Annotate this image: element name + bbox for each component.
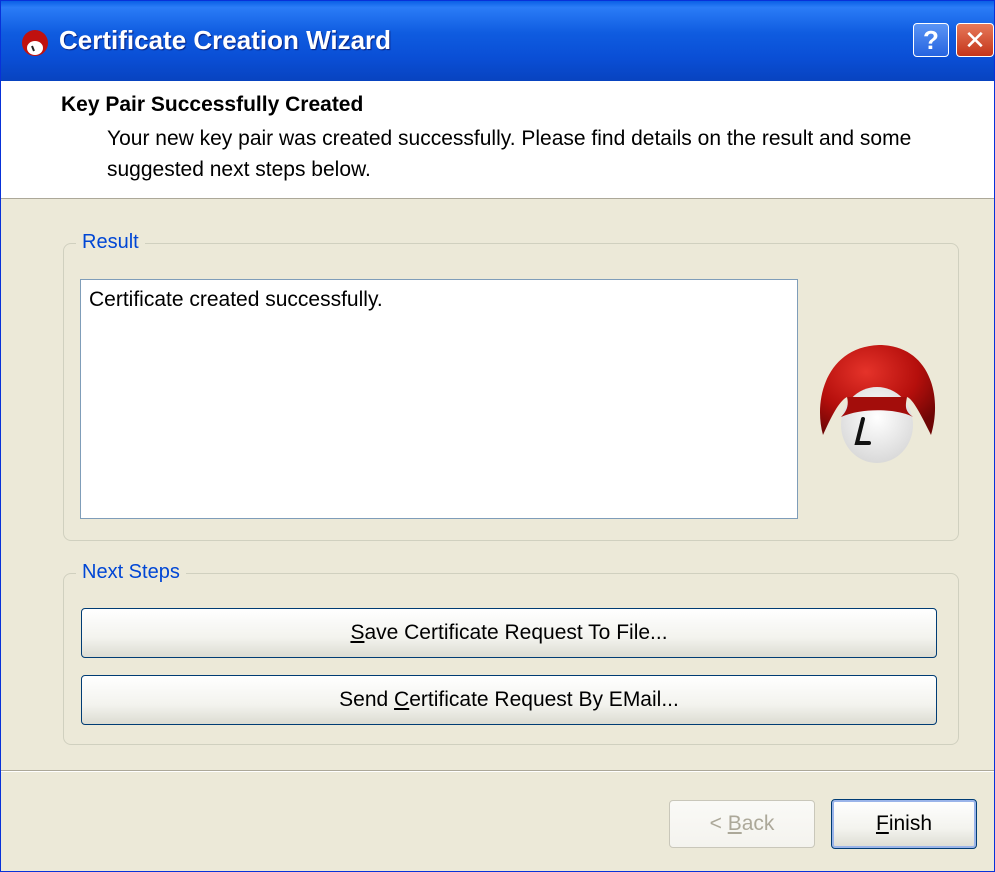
page-description: Your new key pair was created successful… xyxy=(107,127,912,181)
finish-button[interactable]: Finish xyxy=(831,799,977,849)
help-button[interactable]: ? xyxy=(913,23,949,57)
mascot-illustration xyxy=(819,345,936,463)
back-button-prefix: < xyxy=(709,812,728,835)
close-icon: ✕ xyxy=(964,24,986,55)
close-button[interactable]: ✕ xyxy=(956,23,994,57)
send-request-by-email-button[interactable]: Send Certificate Request By EMail... xyxy=(81,675,937,725)
app-mascot-icon xyxy=(22,30,48,56)
save-request-to-file-button[interactable]: Save Certificate Request To File... xyxy=(81,608,937,658)
result-textarea[interactable]: Certificate created successfully. xyxy=(80,279,798,519)
finish-button-mnemonic: F xyxy=(875,812,889,835)
wizard-window: Certificate Creation Wizard ? ✕ Key Pair… xyxy=(0,0,995,872)
finish-button-label: inish xyxy=(888,812,933,835)
back-button[interactable]: < Back xyxy=(669,800,815,848)
window-title: Certificate Creation Wizard xyxy=(59,25,392,55)
back-button-mnemonic: B xyxy=(727,812,742,835)
wizard-header: Key Pair Successfully Created Your new k… xyxy=(1,81,994,199)
title-bar[interactable]: Certificate Creation Wizard ? ✕ xyxy=(1,1,994,82)
next-steps-legend: Next Steps xyxy=(76,561,186,584)
back-button-label: ack xyxy=(741,812,775,835)
email-button-prefix: Send xyxy=(339,688,395,711)
help-icon: ? xyxy=(923,24,939,55)
result-message: Certificate created successfully. xyxy=(89,288,383,311)
result-legend: Result xyxy=(76,231,145,254)
email-button-mnemonic: C xyxy=(394,688,410,711)
footer-divider xyxy=(1,770,994,772)
save-button-mnemonic: S xyxy=(350,621,365,644)
save-button-label: ave Certificate Request To File... xyxy=(364,621,668,644)
page-title: Key Pair Successfully Created xyxy=(61,93,364,116)
email-button-label: ertificate Request By EMail... xyxy=(409,688,679,711)
